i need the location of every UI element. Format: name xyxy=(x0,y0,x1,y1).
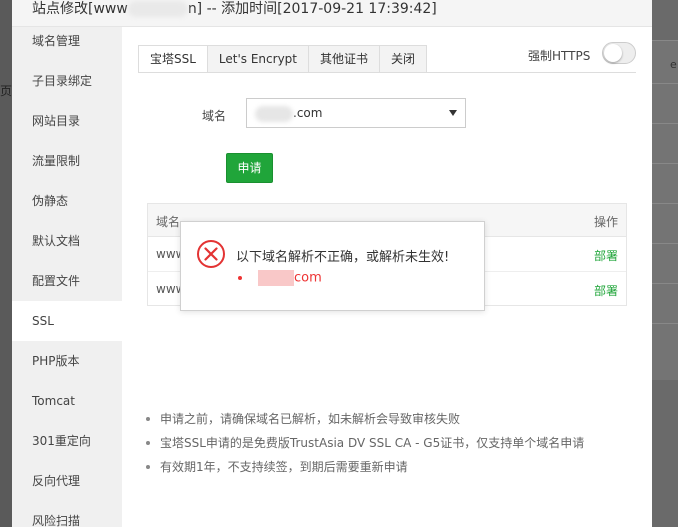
apply-button[interactable]: 申请 xyxy=(226,153,273,183)
background-page-right: e xyxy=(652,0,678,527)
tab-baota-ssl[interactable]: 宝塔SSL xyxy=(138,45,208,73)
sidebar-item-php-version[interactable]: PHP版本 xyxy=(12,341,122,381)
force-https-toggle[interactable] xyxy=(602,42,636,64)
column-header-action: 操作 xyxy=(593,215,618,229)
sidebar-item-subdirectory-binding[interactable]: 子目录绑定 xyxy=(12,61,122,101)
force-https-label: 强制HTTPS xyxy=(528,49,591,63)
sidebar-item-traffic-limit[interactable]: 流量限制 xyxy=(12,141,122,181)
toggle-knob xyxy=(604,44,622,62)
deploy-link[interactable]: 部署 xyxy=(594,282,618,299)
redacted-domain xyxy=(127,1,188,17)
sidebar-item-site-directory[interactable]: 网站目录 xyxy=(12,101,122,141)
background-table xyxy=(652,40,678,380)
sidebar-item-risk-scan[interactable]: 风险扫描 xyxy=(12,501,122,527)
error-message: 以下域名解析不正确，或解析未生效! xyxy=(236,250,450,265)
list-item: 有效期1年，不支持续签，到期后需要重新申请 xyxy=(144,455,634,479)
redacted-domain xyxy=(255,105,293,122)
deploy-link[interactable]: 部署 xyxy=(594,247,618,264)
error-domain-suffix: com xyxy=(294,270,322,286)
sidebar-item-default-document[interactable]: 默认文档 xyxy=(12,221,122,261)
background-text-fragment: 页 xyxy=(0,84,13,98)
sidebar-item-config-file[interactable]: 配置文件 xyxy=(12,261,122,301)
redacted-domain xyxy=(258,270,294,286)
background-page-left: 页 xyxy=(0,0,12,527)
sidebar-item-reverse-proxy[interactable]: 反向代理 xyxy=(12,461,122,501)
sidebar: 域名管理 子目录绑定 网站目录 流量限制 伪静态 默认文档 配置文件 SSL P… xyxy=(12,27,122,527)
sidebar-item-tomcat[interactable]: Tomcat xyxy=(12,381,122,421)
domain-select-value: .com xyxy=(293,106,323,120)
list-item: 申请之前，请确保域名已解析，如未解析会导致审核失败 xyxy=(144,407,634,431)
list-item: 宝塔SSL申请的是免费版TrustAsia DV SSL CA - G5证书，仅… xyxy=(144,431,634,455)
error-popup: 以下域名解析不正确，或解析未生效! com xyxy=(180,221,485,311)
sidebar-item-domain-management[interactable]: 域名管理 xyxy=(12,21,122,61)
modal-title-suffix: n] -- 添加时间[2017-09-21 17:39:42] xyxy=(187,1,437,17)
sidebar-item-301-redirect[interactable]: 301重定向 xyxy=(12,421,122,461)
background-text-fragment: e xyxy=(670,58,677,71)
domain-label: 域名 xyxy=(202,109,227,123)
modal-title-prefix: 站点修改[www xyxy=(32,1,128,17)
tab-divider xyxy=(138,72,636,73)
sidebar-item-rewrite[interactable]: 伪静态 xyxy=(12,181,122,221)
domain-select[interactable]: .com xyxy=(246,98,466,128)
sidebar-item-ssl[interactable]: SSL xyxy=(12,301,122,341)
error-domain: com xyxy=(236,270,322,286)
error-x-icon xyxy=(197,240,225,268)
tab-lets-encrypt[interactable]: Let's Encrypt xyxy=(206,45,309,73)
tab-other-certificate[interactable]: 其他证书 xyxy=(308,45,381,73)
column-header-domain: 域名 xyxy=(156,215,181,229)
tab-close[interactable]: 关闭 xyxy=(379,45,428,73)
ssl-notes: 申请之前，请确保域名已解析，如未解析会导致审核失败 宝塔SSL申请的是免费版Tr… xyxy=(144,407,634,479)
ssl-tabs: 宝塔SSL Let's Encrypt 其他证书 关闭 xyxy=(138,45,428,73)
chevron-down-icon xyxy=(449,110,457,116)
